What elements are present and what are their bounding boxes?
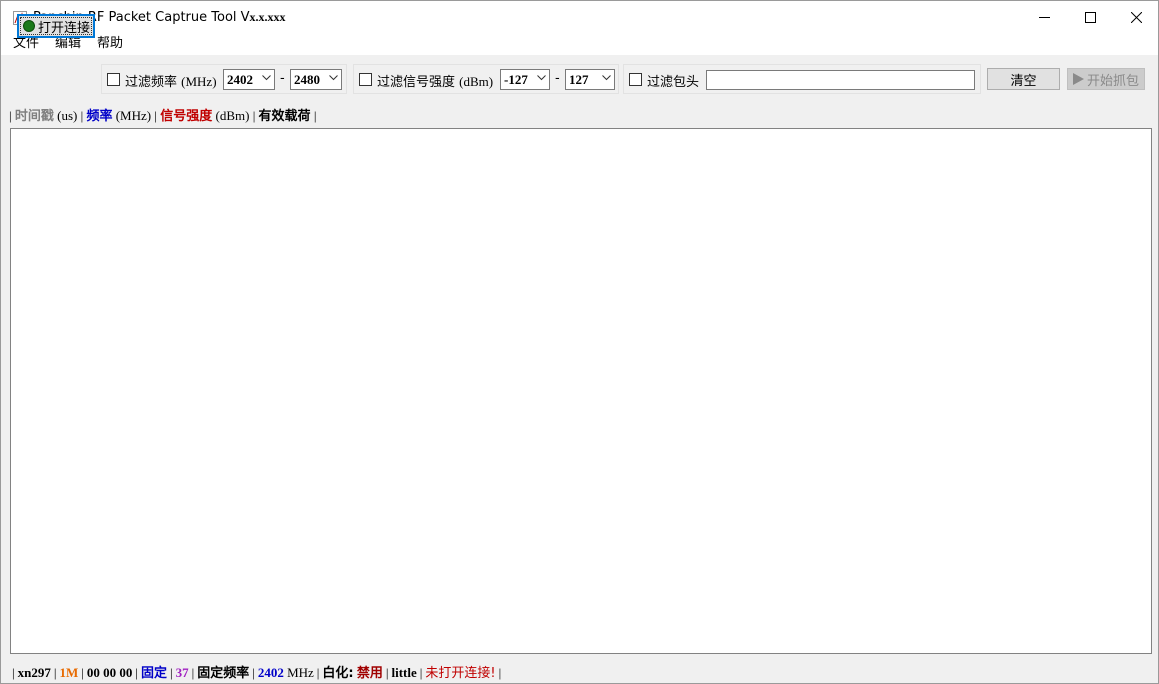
close-button[interactable] bbox=[1113, 1, 1159, 33]
legend-sep: | bbox=[80, 108, 84, 123]
start-capture-label: 开始抓包 bbox=[1086, 73, 1139, 89]
packet-list[interactable] bbox=[10, 128, 1152, 654]
maximize-icon bbox=[1084, 11, 1096, 23]
filter-freq-checkbox[interactable] bbox=[107, 73, 120, 86]
close-icon bbox=[1130, 11, 1142, 23]
menu-bar: 文件 编辑 帮助 bbox=[1, 33, 1158, 55]
connection-status-led-icon bbox=[23, 20, 35, 32]
status-whitening-label: 白化: bbox=[322, 666, 354, 681]
filter-freq-label: 过滤频率 (MHz) bbox=[125, 71, 217, 90]
filter-header-input[interactable] bbox=[706, 70, 975, 90]
minimize-icon bbox=[1038, 16, 1050, 18]
status-whitening-value: 禁用 bbox=[356, 666, 383, 681]
filter-header-checkbox[interactable] bbox=[629, 73, 642, 86]
window-title-version: x.x.xxx bbox=[249, 10, 286, 24]
play-icon bbox=[1072, 73, 1084, 85]
legend-payload: 有效载荷 bbox=[258, 109, 311, 124]
freq-range-dash: - bbox=[280, 71, 285, 86]
open-connection-label: 打开连接 bbox=[38, 20, 91, 36]
filter-freq-unit: (MHz) bbox=[181, 74, 217, 89]
start-capture-button[interactable]: 开始抓包 bbox=[1067, 68, 1145, 90]
status-freq-value: 2402 bbox=[257, 665, 284, 680]
status-address: 00 00 00 bbox=[86, 665, 133, 680]
app-window: Panchip RF Packet Captrue Tool Vx.x.xxx … bbox=[0, 0, 1159, 684]
legend-sep: | bbox=[313, 108, 317, 123]
freq-max-select[interactable]: 2480 bbox=[290, 69, 342, 90]
clear-button[interactable]: 清空 bbox=[987, 68, 1060, 90]
chevron-down-icon bbox=[602, 75, 611, 81]
legend-freq-unit: (MHz) bbox=[115, 108, 152, 123]
status-endian: little bbox=[391, 665, 417, 680]
legend-sep: | bbox=[9, 108, 12, 123]
column-legend: | 时间戳 (us) | 频率 (MHz) | 信号强度 (dBm) | 有效载… bbox=[9, 105, 317, 124]
filter-rssi-unit: (dBm) bbox=[459, 74, 494, 89]
maximize-button[interactable] bbox=[1067, 1, 1113, 33]
clear-label: 清空 bbox=[1010, 73, 1037, 89]
status-freq-mode: 固定频率 bbox=[197, 666, 250, 681]
freq-min-select[interactable]: 2402 bbox=[223, 69, 275, 90]
minimize-button[interactable] bbox=[1021, 1, 1067, 33]
status-bar: | xn297 | 1M | 00 00 00 | 固定 | 37 | 固定频率 | 2402 MHz | 白… bbox=[12, 665, 502, 681]
status-channel: 37 bbox=[175, 665, 189, 680]
rssi-min-select[interactable]: -127 bbox=[500, 69, 550, 90]
chevron-down-icon bbox=[537, 75, 546, 81]
legend-sep: | bbox=[154, 108, 157, 123]
legend-timestamp-unit: (us) bbox=[57, 108, 78, 123]
legend-freq: 频率 bbox=[86, 109, 113, 124]
title-bar: Panchip RF Packet Captrue Tool Vx.x.xxx bbox=[1, 1, 1158, 33]
status-rate: 1M bbox=[59, 665, 79, 680]
rssi-max-value: 127 bbox=[569, 72, 589, 87]
filter-rssi-text: 过滤信号强度 bbox=[377, 75, 456, 90]
legend-rssi: 信号强度 bbox=[160, 109, 213, 124]
chevron-down-icon bbox=[262, 75, 271, 81]
status-chip: xn297 bbox=[17, 665, 51, 680]
chevron-down-icon bbox=[329, 75, 338, 81]
status-freq-unit: MHz bbox=[287, 665, 314, 680]
filter-header-label: 过滤包头 bbox=[647, 75, 700, 90]
rssi-min-value: -127 bbox=[504, 72, 528, 87]
freq-max-value: 2480 bbox=[294, 72, 320, 87]
status-connection: 未打开连接! bbox=[425, 666, 496, 681]
legend-sep: | bbox=[252, 108, 256, 123]
filter-rssi-checkbox[interactable] bbox=[359, 73, 372, 86]
filter-rssi-label: 过滤信号强度 (dBm) bbox=[377, 71, 493, 90]
legend-timestamp: 时间戳 bbox=[14, 109, 54, 124]
filter-freq-text: 过滤频率 bbox=[125, 75, 178, 90]
legend-rssi-unit: (dBm) bbox=[215, 108, 250, 123]
rssi-max-select[interactable]: 127 bbox=[565, 69, 615, 90]
freq-min-value: 2402 bbox=[227, 72, 253, 87]
open-connection-button[interactable]: 打开连接 bbox=[17, 14, 95, 38]
rssi-range-dash: - bbox=[555, 71, 560, 86]
status-mode: 固定 bbox=[140, 666, 167, 681]
menu-help[interactable]: 帮助 bbox=[89, 33, 131, 55]
